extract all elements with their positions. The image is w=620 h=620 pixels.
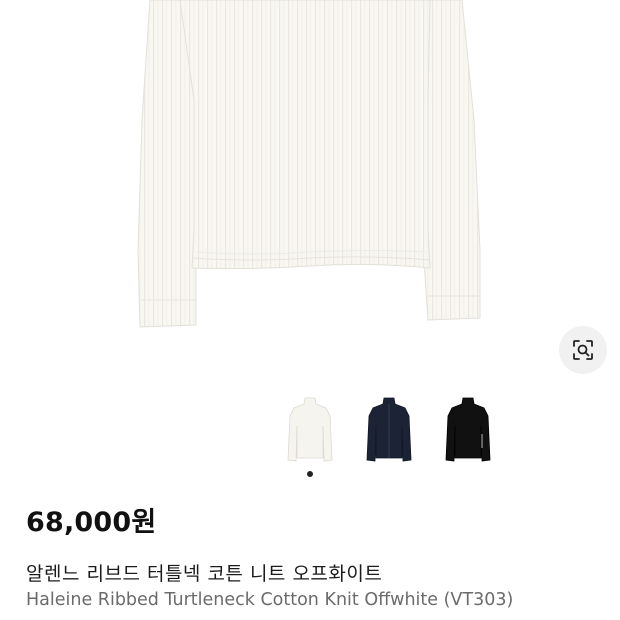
sweater-image: [137, 0, 481, 328]
price: 68,000원: [26, 507, 157, 538]
carousel-indicator-dot: [307, 471, 313, 477]
product-image[interactable]: [0, 0, 620, 390]
image-search-icon: [573, 340, 593, 360]
offwhite-sweater-thumbnail: [287, 397, 333, 462]
black-sweater-thumbnail: [445, 397, 491, 462]
navy-sweater-thumbnail: [366, 397, 412, 462]
thumbnail-black[interactable]: [436, 388, 500, 466]
product-name-korean: 알렌느 리브드 터틀넥 코튼 니트 오프화이트: [26, 563, 383, 585]
product-name-english: Haleine Ribbed Turtleneck Cotton Knit Of…: [26, 590, 514, 610]
image-search-button[interactable]: [559, 326, 607, 374]
thumbnail-offwhite[interactable]: [278, 388, 342, 466]
thumbnail-navy[interactable]: [357, 388, 421, 466]
color-thumbnails: [0, 388, 620, 466]
